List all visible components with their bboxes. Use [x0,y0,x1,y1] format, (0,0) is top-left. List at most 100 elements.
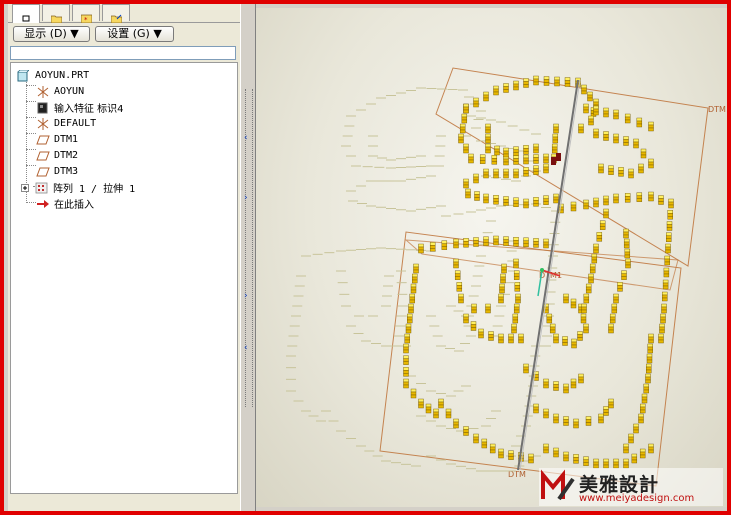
peg-instance [589,263,596,274]
peg-instance [659,323,665,334]
peg-instance [543,443,549,454]
peg-instance [453,418,459,429]
peg-instance [563,383,569,394]
tree-item-pattern[interactable]: 阵列 1 / 拉伸 1 [21,180,135,195]
expand-toggle-icon[interactable] [21,183,29,192]
peg-instance [493,85,499,96]
peg-instance [514,282,521,292]
search-input[interactable] [10,46,236,60]
peg-instance [459,123,466,134]
peg-instance [403,378,409,389]
peg-instance [593,243,599,254]
navigator-tabbar: * [8,4,240,24]
peg-instance [646,363,652,374]
peg-instance [483,193,489,204]
peg-instance [621,270,627,280]
peg-instance [473,173,479,184]
peg-instance [463,238,469,248]
peg-instance [625,258,631,269]
peg-instance [593,128,599,139]
tree-item-aoyun[interactable]: AOYUN [36,84,84,99]
peg-instance [543,163,549,174]
peg-instance [483,236,489,246]
peg-instance [596,232,603,242]
peg-instance [588,273,594,284]
tree-item-dtm1[interactable]: DTM1 [36,132,78,147]
tree-item-default[interactable]: DEFAULT [36,116,96,131]
peg-instance [664,255,670,266]
panel-splitter[interactable]: ‹ › › ‹ [240,4,256,511]
peg-instance [474,191,480,201]
peg-instance [488,331,494,341]
tree-item-insert-here[interactable]: 在此插入 [36,196,94,211]
peg-instance [624,193,631,203]
settings-menu-button[interactable]: 设置 (G) ▼ [95,26,174,42]
peg-instance [648,333,654,344]
peg-instance [553,193,559,204]
model-tree: AOYUN.PRT AOYUN 输入特征 标识4 DEFAULT DTM1 DT… [10,62,238,494]
show-menu-button[interactable]: 显示 (D) ▼ [13,26,90,42]
peg-instance [578,373,584,384]
peg-instance [617,282,623,292]
peg-instance [583,323,589,334]
peg-instance [533,75,539,86]
peg-instance [513,258,519,269]
peg-instance [663,267,670,278]
peg-instance [408,303,414,314]
expand-right-icon[interactable]: › [244,194,248,203]
peg-instance [513,303,520,314]
peg-instance [468,153,474,164]
peg-instance [648,191,654,202]
coordinate-system-icon [36,117,50,130]
peg-instance [638,413,644,424]
tree-item-dtm2[interactable]: DTM2 [36,148,78,163]
tree-root[interactable]: AOYUN.PRT [17,68,89,83]
tree-item-dtm3[interactable]: DTM3 [36,164,78,179]
peg-instance [580,313,587,324]
peg-instance [463,143,469,154]
connections-tab-icon [110,8,123,24]
peg-instance [485,123,491,134]
peg-instance [667,210,673,220]
peg-instance [503,196,509,206]
peg-instance [662,279,669,290]
peg-instance [483,91,489,102]
collapse-left-icon[interactable]: ‹ [244,134,248,143]
model-graphics: DTM DTM DTM1 [286,67,726,487]
peg-instance [508,333,514,344]
peg-instance [611,303,618,314]
peg-instance [523,154,529,165]
peg-instance [573,454,579,464]
peg-instance [489,443,496,454]
tree-item-label: DTM3 [54,166,79,177]
tab-folder-browser[interactable] [42,4,70,24]
peg-instance [491,155,498,165]
peg-instance [498,448,504,459]
peg-instance [513,236,519,247]
expand-right-icon[interactable]: › [244,292,248,301]
peg-instance [564,77,571,87]
peg-instance [409,293,415,304]
peg-instance [543,378,549,389]
peg-instance [503,147,509,158]
peg-instance [512,313,519,324]
peg-instance [624,113,631,124]
tree-item-imported-feature[interactable]: 输入特征 标识4 [36,100,124,115]
peg-instance [581,84,587,95]
collapse-left-icon[interactable]: ‹ [244,344,248,353]
model-tree-tab-icon [21,8,32,22]
peg-instance [533,238,539,248]
tree-item-label: 输入特征 标识4 [54,104,124,115]
peg-instance [668,198,674,209]
tab-favorites[interactable]: * [72,4,100,24]
peg-instance [513,80,519,91]
graphics-viewport[interactable]: DTM DTM DTM1 美雅設計 www.meiyadesign.com [256,8,727,507]
peg-instance [599,220,606,230]
peg-instance [418,243,424,254]
peg-instance [553,413,559,424]
peg-instance [623,228,629,239]
peg-instance [473,433,479,444]
tab-model-tree[interactable] [12,4,40,23]
peg-instance [646,353,653,364]
tab-connections[interactable] [102,4,130,24]
